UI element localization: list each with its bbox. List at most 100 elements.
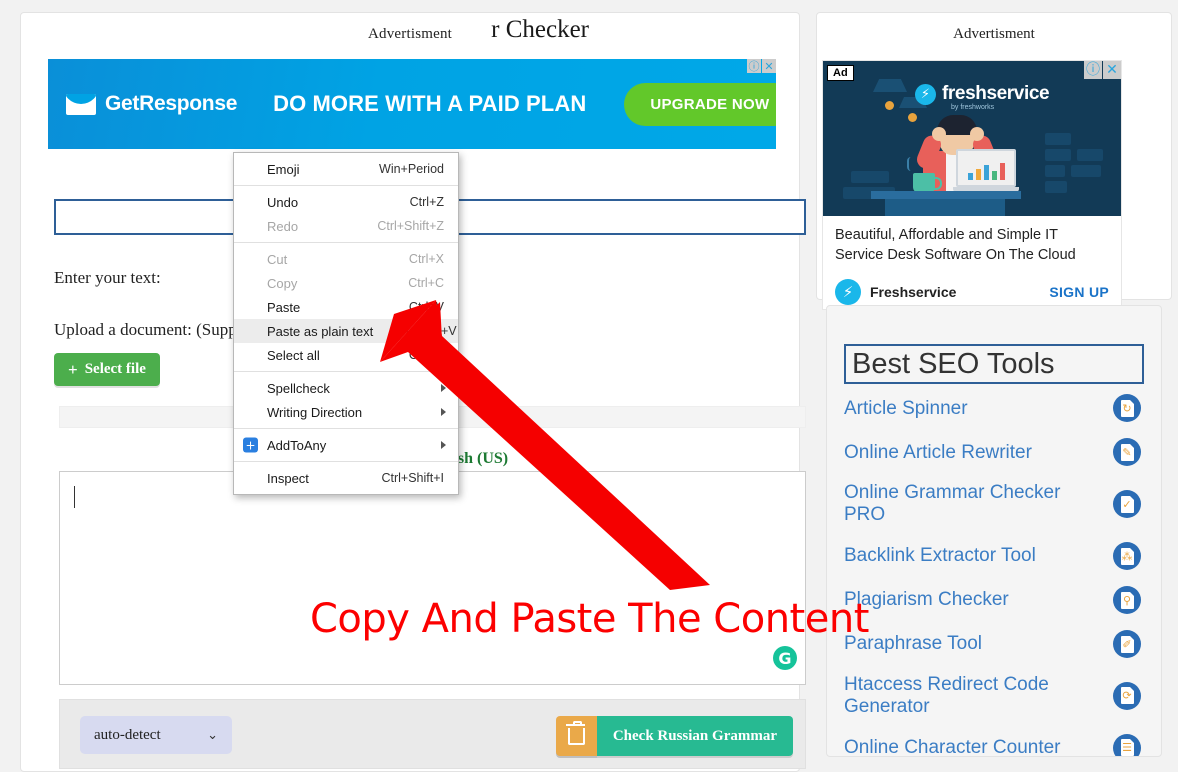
editor-toolbar: auto-detect ⌄ Check Russian Grammar	[59, 699, 806, 769]
context-menu[interactable]: Emoji Win+Period Undo Ctrl+Z Redo Ctrl+Shift+…	[233, 152, 459, 495]
trash-icon	[565, 720, 585, 745]
menu-item-addtoany[interactable]: + AddToAny	[234, 433, 458, 457]
grammarly-icon[interactable]: G	[773, 646, 797, 670]
backlink-extractor-icon: ⁂	[1113, 542, 1141, 571]
seo-tool-item[interactable]: Backlink Extractor Tool ⁂	[827, 534, 1161, 578]
menu-separator	[234, 461, 458, 462]
menu-item-label: Cut	[267, 251, 288, 267]
freshservice-ad-description: Beautiful, Affordable and Simple IT Serv…	[835, 227, 1076, 263]
menu-item-shortcut: Win+Period	[379, 162, 444, 176]
enter-text-label: Enter your text:	[54, 268, 161, 287]
menu-item-label: Inspect	[267, 470, 309, 486]
menu-item-shortcut: Ctrl+Z	[409, 195, 444, 209]
sidebar-ad-info-icon[interactable]: ⓘ	[1084, 61, 1102, 79]
menu-item-paste[interactable]: Paste Ctrl+V	[234, 295, 458, 319]
menu-item-label: Redo	[267, 218, 299, 234]
select-file-button[interactable]: + Select file	[54, 353, 160, 386]
menu-item-copy: Copy Ctrl+C	[234, 271, 458, 295]
menu-separator	[234, 185, 458, 186]
freshservice-brand: ⚡ Freshservice	[835, 279, 956, 306]
seo-tool-link[interactable]: Backlink Extractor Tool	[844, 545, 1046, 567]
seo-tool-link[interactable]: Online Grammar Checker PRO	[844, 482, 1113, 526]
ad-info-icon[interactable]: ⓘ	[747, 59, 761, 73]
menu-item-inspect[interactable]: Inspect Ctrl+Shift+I	[234, 466, 458, 490]
freshservice-ad[interactable]: ⚡ freshservice by freshworks Ad ⓘ ✕ Beau…	[822, 60, 1122, 310]
menu-separator	[234, 242, 458, 243]
seo-tool-item[interactable]: Online Grammar Checker PRO ✓	[827, 474, 1161, 534]
language-select-value: auto-detect	[94, 726, 161, 743]
htaccess-redirect-icon: ⟳	[1113, 681, 1141, 710]
grammar-checker-icon: ✓	[1113, 490, 1141, 519]
article-rewriter-icon: ✎	[1113, 438, 1141, 467]
seo-tool-link[interactable]: Article Spinner	[844, 398, 978, 420]
menu-item-spellcheck[interactable]: Spellcheck	[234, 376, 458, 400]
getresponse-logo: GetResponse	[66, 92, 237, 116]
seo-tool-glyph: ✎	[1122, 445, 1132, 459]
text-cursor	[74, 486, 75, 508]
seo-tools-card: Best SEO Tools Article Spinner ↻ Online Ar…	[826, 305, 1162, 757]
seo-tool-item[interactable]: Online Article Rewriter ✎	[827, 430, 1161, 474]
seo-tool-link[interactable]: Htaccess Redirect Code Generator	[844, 674, 1113, 718]
sign-up-link[interactable]: SIGN UP	[1049, 284, 1109, 300]
seo-tools-title-box: Best SEO Tools	[844, 344, 1144, 385]
character-counter-icon: ☰	[1113, 733, 1141, 756]
seo-tool-glyph: ✐	[1122, 637, 1132, 651]
freshservice-logo: ⚡ freshservice	[915, 83, 1050, 105]
menu-item-paste-as-plain-text[interactable]: Paste as plain text Ctrl+Shift+V	[234, 319, 458, 343]
menu-item-undo[interactable]: Undo Ctrl+Z	[234, 190, 458, 214]
sidebar-ad-close-icon[interactable]: ✕	[1103, 61, 1121, 79]
seo-tool-item[interactable]: Online Character Counter ☰	[827, 726, 1161, 756]
getresponse-banner-ad[interactable]: GetResponse DO MORE WITH A PAID PLAN UPG…	[48, 59, 776, 149]
ad-close-icon[interactable]: ✕	[762, 59, 776, 73]
page-root: Advertisment GetResponse DO MORE WITH A …	[0, 0, 1178, 772]
sidebar-ad-card: Advertisment ⚡ freshservice by freshwork…	[816, 12, 1172, 310]
bolt-icon: ⚡	[915, 83, 936, 105]
seo-tool-item[interactable]: Article Spinner ↻	[827, 386, 1161, 430]
seo-tools-list: Article Spinner ↻ Online Article Rewriter ✎…	[827, 386, 1161, 756]
plus-icon: +	[68, 360, 78, 379]
menu-item-label: Paste	[267, 299, 301, 315]
seo-tool-glyph: ⚲	[1122, 593, 1132, 607]
text-editor-area[interactable]	[59, 471, 806, 685]
select-file-label: Select file	[84, 361, 146, 377]
menu-item-shortcut: Ctrl+X	[408, 252, 444, 266]
freshservice-bolt-icon: ⚡	[835, 279, 861, 306]
menu-item-select-all[interactable]: Select all Ctrl+A	[234, 343, 458, 367]
upgrade-now-button[interactable]: UPGRADE NOW	[624, 82, 776, 126]
seo-tool-link[interactable]: Plagiarism Checker	[844, 589, 1019, 611]
seo-tool-glyph: ↻	[1122, 401, 1132, 415]
menu-item-shortcut: Ctrl+Shift+Z	[377, 219, 444, 233]
illustration-mug	[913, 173, 942, 193]
clear-text-button[interactable]	[555, 716, 597, 756]
menu-item-shortcut: Ctrl+A	[408, 348, 444, 362]
seo-tool-glyph: ✓	[1122, 497, 1132, 511]
plagiarism-checker-icon: ⚲	[1113, 586, 1141, 615]
seo-tool-link[interactable]: Online Article Rewriter	[844, 442, 1042, 464]
menu-item-writing-direction[interactable]: Writing Direction	[234, 400, 458, 424]
check-grammar-button[interactable]: Check Russian Grammar	[596, 716, 793, 756]
menu-item-emoji[interactable]: Emoji Win+Period	[234, 157, 458, 181]
getresponse-brand-label: GetResponse	[105, 92, 238, 115]
envelope-icon	[66, 93, 96, 115]
annotation-text: Copy And Paste The Content	[310, 596, 869, 642]
seo-tool-item[interactable]: Plagiarism Checker ⚲	[827, 578, 1161, 622]
menu-separator	[234, 428, 458, 429]
menu-item-shortcut: Ctrl+C	[408, 276, 444, 290]
menu-item-redo: Redo Ctrl+Shift+Z	[234, 214, 458, 238]
freshservice-wordmark: freshservice	[942, 83, 1050, 104]
seo-tool-link[interactable]: Online Character Counter	[844, 737, 1071, 756]
seo-tool-item[interactable]: Paraphrase Tool ✐	[827, 622, 1161, 666]
page-title: r Checker	[491, 16, 589, 43]
menu-item-label: Emoji	[267, 161, 300, 177]
seo-tool-item[interactable]: Htaccess Redirect Code Generator ⟳	[827, 666, 1161, 726]
addtoany-icon: +	[243, 437, 258, 453]
menu-item-label: Writing Direction	[267, 404, 363, 420]
menu-item-shortcut: Ctrl+V	[408, 300, 444, 314]
menu-item-cut: Cut Ctrl+X	[234, 247, 458, 271]
banner-ad-controls: ⓘ ✕	[746, 59, 776, 73]
submenu-arrow-icon	[441, 408, 446, 416]
language-select[interactable]: auto-detect ⌄	[80, 716, 232, 754]
freshworks-subtitle: by freshworks	[951, 104, 995, 111]
seo-tools-title: Best SEO Tools	[852, 348, 1055, 380]
freshservice-ad-image: ⚡ freshservice by freshworks Ad ⓘ ✕	[823, 61, 1121, 216]
